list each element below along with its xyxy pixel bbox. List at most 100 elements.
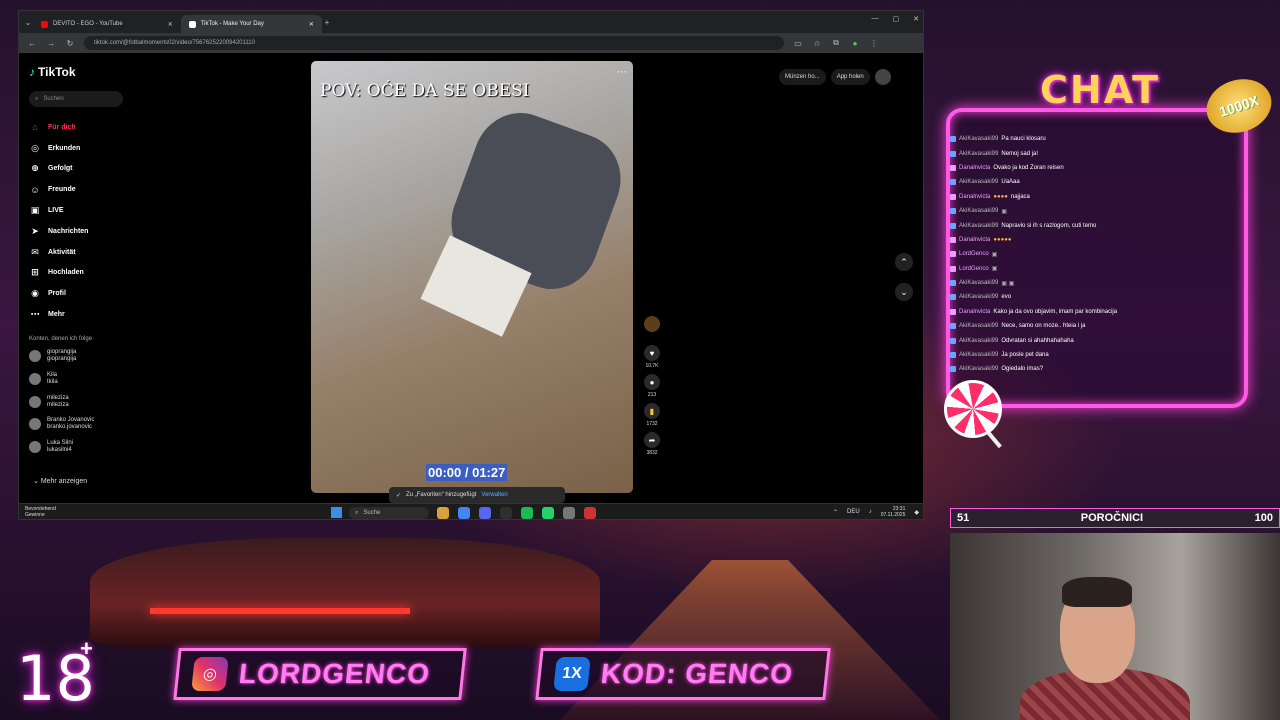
toast-manage-link[interactable]: Verwalten (481, 492, 507, 498)
maximize-icon[interactable]: ▢ (893, 15, 900, 23)
comment-button[interactable]: ● 213 (643, 374, 661, 398)
creator-avatar[interactable] (644, 316, 660, 332)
following-icon: ⊕ (31, 163, 39, 174)
file-explorer-icon[interactable] (437, 507, 449, 519)
video-options-icon[interactable]: ⋯ (617, 67, 627, 78)
avatar[interactable] (874, 69, 891, 85)
nav-item-live[interactable]: ▣ LIVE (29, 200, 129, 221)
spotify-icon[interactable] (521, 507, 533, 519)
chat-badge-icon (950, 222, 956, 229)
following-account[interactable]: Branko Jovanovic branko.jovanovic (29, 417, 139, 431)
windows-start-icon[interactable] (331, 507, 342, 518)
nav-item-explore[interactable]: ◎ Erkunden (29, 138, 129, 159)
tiktok-logo[interactable]: ♪ TikTok (29, 65, 76, 79)
profile-icon[interactable]: ● (850, 39, 860, 48)
search-icon: ⌕ (35, 95, 39, 102)
top-right-actions: Münzen ho... App holen (779, 69, 891, 85)
nav-item-profile[interactable]: ◉ Profil (29, 283, 129, 304)
video-player[interactable]: POV: OĆE DA SE OBESI ⋯ 00:00 / 01:27 (311, 61, 633, 493)
tab-search-icon[interactable]: ⌄ (23, 18, 33, 27)
tab-close-icon[interactable]: ✕ (168, 21, 173, 28)
nav-item-friends[interactable]: ☺ Freunde (29, 179, 129, 200)
account-handle: branko.jovanovic (47, 424, 93, 430)
chat-user: AkiKavasaki99 (959, 294, 999, 301)
previous-video-button[interactable]: ⌃ (895, 253, 913, 271)
video-caption: POV: OĆE DA SE OBESI (320, 81, 530, 101)
chrome-icon[interactable] (458, 507, 470, 519)
language-indicator[interactable]: DEU (847, 509, 860, 515)
menu-icon[interactable]: ⋮ (869, 39, 879, 48)
discord-icon[interactable] (479, 507, 491, 519)
obs-icon[interactable] (584, 507, 596, 519)
reload-icon[interactable]: ↻ (65, 39, 75, 48)
window-controls: — ▢ ✕ (872, 15, 920, 23)
weather-widget[interactable]: Bevorstehend Gewinne (25, 506, 56, 518)
instagram-banner: ◎ LORDGENCO (173, 648, 467, 700)
comment-count: 213 (647, 392, 657, 398)
bookmark-star-icon[interactable]: ☆ (812, 39, 822, 48)
tray-chevron-icon[interactable]: ⌃ (833, 509, 838, 516)
following-accounts-title: Konten, denen ich folge (29, 336, 93, 342)
volume-icon[interactable]: ♪ (869, 509, 872, 515)
nav-item-more[interactable]: ⋯ Mehr (29, 304, 129, 325)
chat-message: Danalnvicta Kako ja da ovo objavim, imam … (950, 305, 1240, 319)
following-account[interactable]: Kila tkila (29, 372, 139, 386)
chat-message: LordGenco ▣ (950, 262, 1240, 276)
forward-icon[interactable]: → (46, 39, 56, 48)
cast-icon[interactable]: ▭ (793, 39, 803, 48)
search-placeholder: Suchen (43, 96, 64, 102)
emote-icon: ▣ (991, 251, 998, 258)
nav-item-for-you[interactable]: ⌂ Für dich (29, 117, 129, 138)
tiktok-note-icon: ♪ (29, 65, 35, 79)
emote-icon: ▣ ▣ (1001, 280, 1015, 287)
next-video-button[interactable]: ⌄ (895, 283, 913, 301)
account-name: gioprangija (47, 349, 77, 355)
notification-icon[interactable]: ◆ (914, 509, 919, 516)
promo-code-banner: 1X KOD: GENCO (535, 648, 831, 700)
app-icon[interactable] (563, 507, 575, 519)
address-bar[interactable]: tiktok.com/@fotbalmoments02/video/756762… (84, 36, 784, 50)
new-tab-icon[interactable]: + (322, 18, 332, 27)
taskbar-search[interactable]: ⌕ Suche (349, 507, 429, 519)
following-account[interactable]: Luka Silni lukasilni4 (29, 440, 139, 454)
back-icon[interactable]: ← (27, 39, 37, 48)
app-icon[interactable] (500, 507, 512, 519)
chat-user: AkiKavasaki99 (959, 208, 999, 215)
chat-text: Odvratan si ahahhahahaha (1001, 337, 1074, 344)
tab-close-icon[interactable]: ✕ (309, 21, 314, 28)
chat-message: LordGenco ▣ (950, 247, 1240, 261)
chat-message: AkiKavasaki99 Napravio si ih s razlogom, … (950, 218, 1240, 232)
avatar (29, 441, 41, 453)
nav-item-following[interactable]: ⊕ Gefolgt (29, 159, 129, 180)
nav-item-messages[interactable]: ➤ Nachrichten (29, 221, 129, 242)
emote-icon: ▣ (1001, 208, 1008, 215)
show-more-accounts-link[interactable]: ⌄ Mehr anzeigen (33, 477, 87, 485)
search-input[interactable]: ⌕ Suchen (29, 91, 123, 107)
whatsapp-icon[interactable] (542, 507, 554, 519)
chat-message: AkiKavasaki99 Ogiedalo imas? (950, 362, 1240, 376)
chat-message: AkiKavasaki99 Pa nauci klosaru (950, 132, 1240, 146)
tab-youtube[interactable]: DEVITO - EGO - YouTube ✕ (33, 15, 181, 33)
nav-item-activity[interactable]: ✉ Aktivität (29, 242, 129, 263)
emote-icon: ●●●●● (993, 236, 1012, 243)
messages-icon: ➤ (31, 225, 39, 236)
following-account[interactable]: mileziza mileziza (29, 395, 139, 409)
share-icon: ➦ (644, 432, 660, 448)
save-button[interactable]: ▮ 1732 (643, 403, 661, 427)
like-button[interactable]: ♥ 10.7K (643, 345, 661, 369)
nav-item-upload[interactable]: ⊞ Hochladen (29, 263, 129, 284)
get-coins-button[interactable]: Münzen ho... (779, 69, 826, 85)
following-account[interactable]: gioprangija gioprangija (29, 349, 139, 363)
close-window-icon[interactable]: ✕ (913, 15, 919, 23)
extensions-icon[interactable]: ⧉ (831, 38, 841, 48)
share-button[interactable]: ➦ 3832 (643, 432, 661, 456)
clock[interactable]: 23:31 07.11.2025 (881, 506, 906, 518)
profile-icon: ◉ (31, 288, 39, 299)
lollipop-icon (944, 380, 1002, 438)
tab-tiktok[interactable]: TikTok - Make Your Day ✕ (180, 15, 322, 33)
chat-user: AkiKavasaki99 (959, 179, 999, 186)
comment-icon: ● (644, 374, 660, 390)
chat-badge-icon (950, 136, 956, 143)
get-app-button[interactable]: App holen (830, 69, 870, 85)
minimize-icon[interactable]: — (872, 15, 879, 23)
